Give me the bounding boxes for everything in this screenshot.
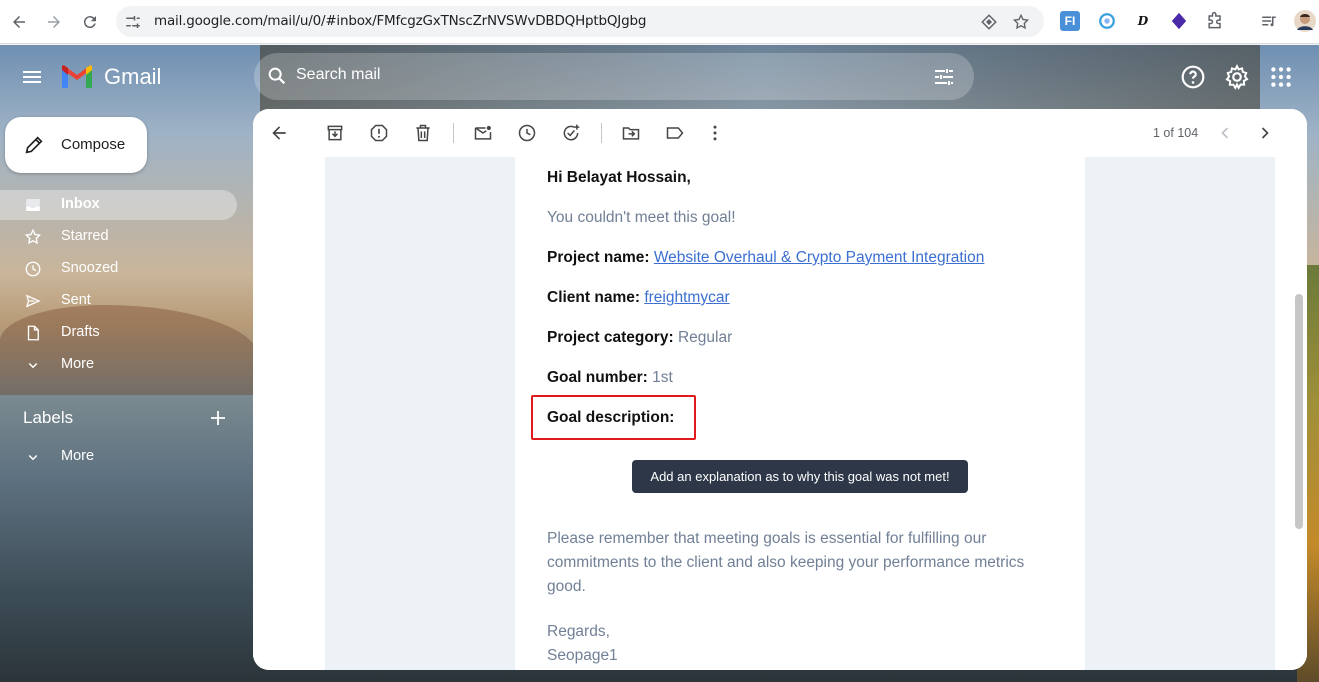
add-explanation-button[interactable]: Add an explanation as to why this goal w… <box>632 460 968 493</box>
labels-more[interactable]: More <box>0 442 237 472</box>
project-name-line: Project name: Website Overhaul & Crypto … <box>547 249 984 267</box>
bookmark-star-icon[interactable] <box>1012 13 1030 31</box>
project-name-link[interactable]: Website Overhaul & Crypto Payment Integr… <box>654 249 985 266</box>
extension-circle-icon[interactable] <box>1097 11 1117 31</box>
delete-icon[interactable] <box>413 123 433 143</box>
project-category-label: Project category: <box>547 329 674 346</box>
settings-gear-icon[interactable] <box>1224 64 1250 90</box>
extension-fi-icon[interactable]: FI <box>1060 11 1080 31</box>
sidebar-item-snoozed[interactable]: Snoozed <box>0 254 237 284</box>
sidebar-item-label: Inbox <box>61 196 100 212</box>
inbox-icon <box>26 199 40 211</box>
sidebar-item-label: Drafts <box>61 324 100 340</box>
url-text: mail.google.com/mail/u/0/#inbox/FMfcgzGx… <box>154 13 647 29</box>
more-options-icon[interactable] <box>705 123 725 143</box>
search-options-icon[interactable] <box>932 65 956 89</box>
forward-icon[interactable] <box>40 8 68 36</box>
gmail-wordmark: Gmail <box>104 64 162 89</box>
gmail-logo-icon[interactable] <box>60 64 94 90</box>
media-control-icon[interactable] <box>1259 11 1279 31</box>
search-icon[interactable] <box>266 65 288 87</box>
add-label-icon[interactable] <box>208 408 228 428</box>
sidebar-item-label: More <box>61 356 95 372</box>
extensions-puzzle-icon[interactable] <box>1205 11 1225 31</box>
add-task-icon[interactable] <box>561 123 581 143</box>
labels-more-label: More <box>61 448 95 464</box>
pagination-count: 1 of 104 <box>1153 126 1199 140</box>
site-info-icon[interactable] <box>124 13 142 31</box>
chevron-down-icon <box>28 362 38 369</box>
goal-number-line: Goal number: 1st <box>547 369 673 387</box>
reminder-text: Please remember that meeting goals is es… <box>547 530 1025 595</box>
label-tag-icon[interactable] <box>665 123 685 143</box>
greeting: Hi Belayat Hossain, <box>547 169 691 186</box>
extension-diamond-icon[interactable] <box>980 13 998 31</box>
email-body: Hi Belayat Hossain, You couldn't meet th… <box>253 157 1307 670</box>
toolbar-divider <box>453 123 454 143</box>
mark-unread-icon[interactable] <box>473 123 493 143</box>
older-chevron-right-icon[interactable] <box>1255 123 1275 143</box>
regards-text: Regards, <box>547 623 610 640</box>
draft-icon <box>27 325 39 341</box>
snooze-clock-icon[interactable] <box>517 123 537 143</box>
back-to-inbox-icon[interactable] <box>269 123 289 143</box>
sidebar-item-drafts[interactable]: Drafts <box>0 318 237 348</box>
profile-avatar[interactable] <box>1294 10 1316 32</box>
client-name-link[interactable]: freightmycar <box>644 289 729 306</box>
compose-label: Compose <box>61 136 126 153</box>
back-icon[interactable] <box>5 8 33 36</box>
sidebar-item-label: Snoozed <box>61 260 119 276</box>
search-bar[interactable]: Search mail <box>254 53 974 100</box>
archive-icon[interactable] <box>325 123 345 143</box>
goal-number-label: Goal number: <box>547 369 648 386</box>
help-icon[interactable] <box>1180 64 1206 90</box>
project-name-label: Project name: <box>547 249 650 266</box>
sidebar-item-sent[interactable]: Sent <box>0 286 237 316</box>
newer-chevron-left-icon[interactable] <box>1215 123 1235 143</box>
reload-icon[interactable] <box>76 8 104 36</box>
send-icon <box>25 294 41 308</box>
signature-text: Seopage1 <box>547 647 618 664</box>
client-name-line: Client name: freightmycar <box>547 289 730 307</box>
sidebar-item-label: Starred <box>61 228 109 244</box>
toolbar-divider <box>601 123 602 143</box>
project-category-line: Project category: Regular <box>547 329 732 347</box>
annotation-highlight-box <box>531 395 696 440</box>
sidebar-item-starred[interactable]: Starred <box>0 222 237 252</box>
compose-button[interactable]: Compose <box>5 117 147 173</box>
search-input[interactable]: Search mail <box>296 66 380 84</box>
star-icon <box>24 228 42 245</box>
browser-toolbar: mail.google.com/mail/u/0/#inbox/FMfcgzGx… <box>0 0 1319 44</box>
clock-icon <box>25 261 41 277</box>
goal-number-value: 1st <box>652 369 673 386</box>
scrollbar[interactable] <box>1291 157 1307 670</box>
intro-text: You couldn't meet this goal! <box>547 209 736 226</box>
scrollbar-thumb[interactable] <box>1295 294 1303 529</box>
address-bar[interactable]: mail.google.com/mail/u/0/#inbox/FMfcgzGx… <box>116 6 1044 37</box>
client-name-label: Client name: <box>547 289 641 306</box>
extension-purple-icon[interactable] <box>1169 11 1189 31</box>
project-category-value: Regular <box>677 329 733 346</box>
sidebar-item-inbox[interactable]: Inbox <box>0 190 237 220</box>
message-toolbar: 1 of 104 <box>253 109 1307 157</box>
pencil-icon <box>25 136 43 154</box>
sidebar-item-label: Sent <box>61 292 91 308</box>
extension-d-icon[interactable]: D <box>1133 11 1153 31</box>
apps-grid-icon[interactable] <box>1268 64 1294 90</box>
chevron-down-icon <box>28 454 38 461</box>
message-pane: 1 of 104 Hi Belayat Hossain, You couldn'… <box>253 109 1307 670</box>
main-menu-icon[interactable] <box>20 65 44 89</box>
sidebar-item-more[interactable]: More <box>0 350 237 380</box>
move-to-folder-icon[interactable] <box>621 123 641 143</box>
labels-heading: Labels <box>23 408 74 427</box>
report-spam-icon[interactable] <box>369 123 389 143</box>
